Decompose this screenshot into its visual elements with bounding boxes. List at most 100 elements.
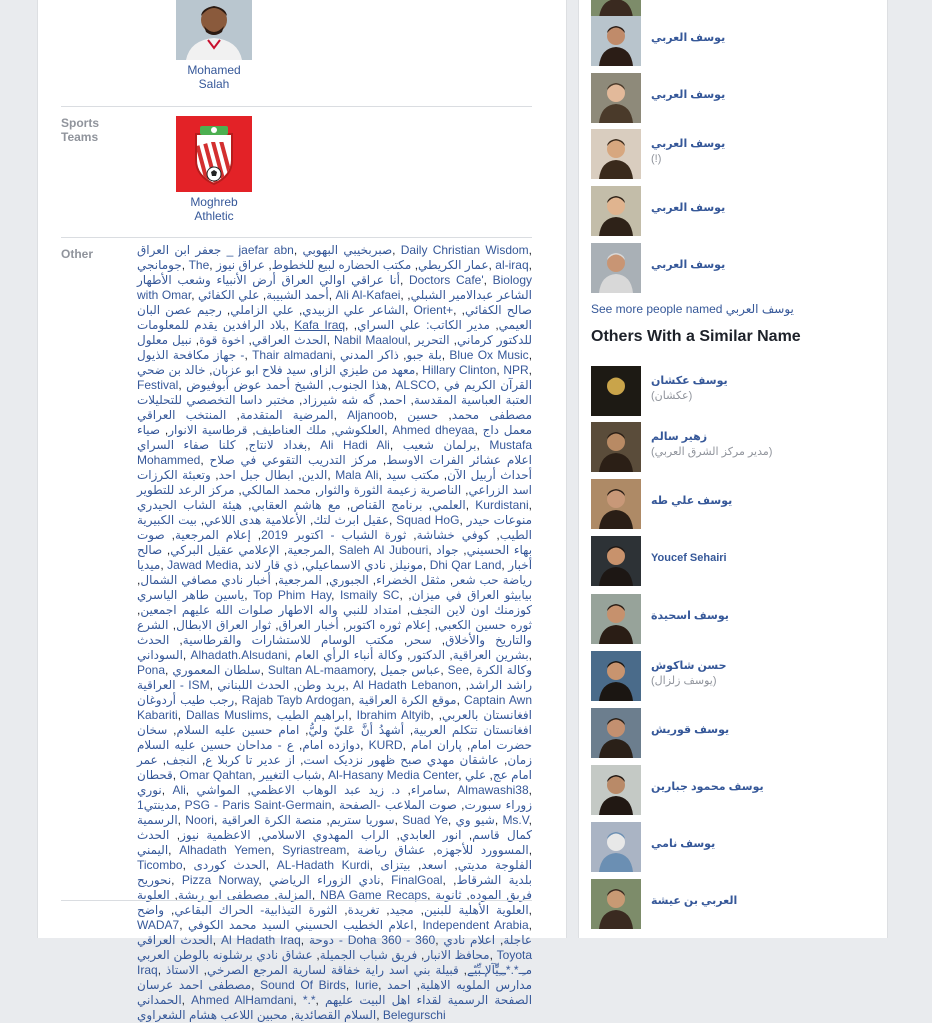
other-page-link[interactable]: المسوورد للأجهزه bbox=[436, 843, 528, 857]
profile-photo[interactable] bbox=[591, 479, 641, 529]
other-page-link[interactable]: Dhi Qar Land bbox=[430, 558, 502, 572]
similar-name-result[interactable]: يوسف نامي bbox=[591, 822, 881, 872]
other-page-link[interactable]: زوراء سبورت bbox=[464, 798, 532, 812]
mohamed-salah-photo[interactable] bbox=[176, 0, 252, 60]
other-page-link[interactable]: WADA7 bbox=[137, 918, 179, 932]
other-page-link[interactable]: الشاعر علي الزبيدي bbox=[302, 303, 405, 317]
similar-name-result[interactable]: العربي بن عيشة bbox=[591, 879, 881, 929]
other-page-link[interactable]: Festival bbox=[137, 378, 178, 392]
other-page-link[interactable]: عشاق نادي برشلونه بالوطن العربي bbox=[137, 948, 313, 962]
other-page-link[interactable]: الشاعر عبدالامير الشبلي bbox=[411, 288, 532, 302]
other-page-link[interactable]: Alhadath Yemen bbox=[179, 843, 271, 857]
other-page-link[interactable]: Thair almadani bbox=[252, 348, 332, 362]
person-name[interactable]: يوسف عكشان bbox=[651, 374, 728, 388]
other-page-link[interactable]: Ticombo bbox=[137, 858, 183, 872]
other-page-link[interactable]: Ahmed AlHamdani bbox=[191, 993, 293, 1007]
other-page-link[interactable]: كوفي خشاشة bbox=[417, 528, 490, 542]
person-name[interactable]: يوسف اسحيدة bbox=[651, 609, 729, 623]
other-page-link[interactable]: فريق شباب الجميلة bbox=[320, 948, 417, 962]
other-page-link[interactable]: محمد المالكي bbox=[242, 483, 311, 497]
person-result[interactable]: يوسف العربي bbox=[591, 243, 881, 293]
other-page-link[interactable]: المرجعية bbox=[278, 573, 322, 587]
other-page-link[interactable]: صبربخيبي البهوبي bbox=[302, 243, 392, 257]
athlete-caption[interactable]: Mohamed Salah bbox=[176, 63, 252, 91]
other-page-link[interactable]: نبيل معلول bbox=[137, 333, 192, 347]
other-page-link[interactable]: العيمي bbox=[499, 318, 532, 332]
other-page-link[interactable]: *.* bbox=[303, 993, 316, 1007]
other-page-link[interactable]: Al Hadath Lebanon bbox=[353, 678, 458, 692]
other-page-link[interactable]: واضح bbox=[137, 903, 164, 917]
profile-photo[interactable] bbox=[591, 16, 641, 66]
other-page-link[interactable]: امتداد للنبي واله الاطهار صلوات الله علي… bbox=[140, 603, 401, 617]
other-page-link[interactable]: مدير الكاتب: علي السراي bbox=[357, 318, 490, 332]
other-page-link[interactable]: al-iraq bbox=[495, 258, 528, 272]
other-page-link[interactable]: Top Phim Hay bbox=[253, 588, 331, 602]
other-page-link[interactable]: هيئة الشاب الحيدري bbox=[137, 498, 242, 512]
other-page-link[interactable]: المواشي bbox=[197, 783, 241, 797]
profile-photo[interactable] bbox=[591, 651, 641, 701]
other-page-link[interactable]: Omar Qahtan bbox=[180, 768, 253, 782]
other-page-link[interactable]: عاجلة bbox=[503, 933, 532, 947]
other-page-link[interactable]: الناصرية زعيمة الثورة والثوار bbox=[318, 483, 461, 497]
other-page-link[interactable]: مكتب الوسام للاستشارات والقرطاسية bbox=[183, 633, 394, 647]
other-page-link[interactable]: الإعلامي عقيل البركي bbox=[170, 543, 279, 557]
other-page-link[interactable]: ALSCO bbox=[395, 378, 436, 392]
profile-photo[interactable] bbox=[591, 765, 641, 815]
other-page-link[interactable]: دوحة - Doha 360 - 360 bbox=[309, 933, 435, 947]
other-page-link[interactable]: سيد فلاح ابو عزبان bbox=[212, 363, 306, 377]
other-page-link[interactable]: برلمان شعيب bbox=[403, 438, 477, 452]
other-page-link[interactable]: Almawashi38 bbox=[457, 783, 528, 797]
other-page-link[interactable]: افغانستان بالعربي bbox=[442, 708, 532, 722]
other-page-link[interactable]: شيو وي bbox=[455, 813, 494, 827]
other-page-link[interactable]: أنا عراقي اوالي العراق أرض الأنبياء وشعب… bbox=[137, 273, 400, 287]
other-page-link[interactable]: Doctors Cafe' bbox=[409, 273, 484, 287]
other-page-link[interactable]: المنتخب العراقي bbox=[137, 408, 226, 422]
other-page-link[interactable]: الحدث كوردى bbox=[193, 858, 265, 872]
other-page-link[interactable]: Ismaily SC bbox=[340, 588, 399, 602]
other-page-link[interactable]: عاشقان مهدي صبح ظهور نزديک است bbox=[303, 753, 499, 767]
other-page-link[interactable]: عمار الكريطي bbox=[418, 258, 488, 272]
other-page-link[interactable]: بلدية الشرقاط bbox=[456, 873, 532, 887]
other-page-link[interactable]: Pona bbox=[137, 663, 165, 677]
other-page-link[interactable]: Ibrahim Altyib bbox=[357, 708, 431, 722]
other-page-link[interactable]: كوزمنك اون لاين النجف bbox=[410, 603, 532, 617]
other-page-link[interactable]: ابطال جبل احد bbox=[219, 468, 294, 482]
profile-photo[interactable] bbox=[591, 822, 641, 872]
other-page-link[interactable]: مدينتي1 bbox=[137, 798, 177, 812]
other-page-link[interactable]: الحدث العراقي bbox=[252, 333, 327, 347]
similar-name-result[interactable]: يوسف محمود جبارين bbox=[591, 765, 881, 815]
person-name[interactable]: يوسف العربي bbox=[651, 137, 725, 151]
profile-photo[interactable] bbox=[591, 708, 641, 758]
other-page-link[interactable]: محبين اللاعب هشام الشعراوي bbox=[137, 1008, 287, 1022]
other-page-link[interactable]: علي الزاملي bbox=[230, 303, 294, 317]
similar-name-result[interactable]: يوسف قوريش bbox=[591, 708, 881, 758]
similar-name-result[interactable]: زهير سالم (مدير مركز الشرق العربي) bbox=[591, 422, 881, 472]
other-page-link[interactable]: Al-Hasany Media Center bbox=[328, 768, 458, 782]
person-name[interactable]: يوسف العربي bbox=[651, 258, 725, 272]
other-page-link[interactable]: The bbox=[189, 258, 210, 272]
other-page-link[interactable]: الحدث العراقي bbox=[137, 933, 213, 947]
person-name[interactable]: يوسف العربي bbox=[651, 88, 725, 102]
other-page-link[interactable]: اسعد bbox=[421, 858, 446, 872]
other-page-link[interactable]: قرطاسية الانوار bbox=[168, 423, 247, 437]
other-page-link[interactable]: ع - مداحان حسين عليه السلام bbox=[137, 738, 294, 752]
other-page-link[interactable]: برنامج القناص bbox=[350, 498, 422, 512]
other-page-link[interactable]: ياسين طاهر الياسري bbox=[137, 588, 244, 602]
other-page-link[interactable]: مجيد bbox=[390, 903, 414, 917]
profile-photo[interactable] bbox=[591, 186, 641, 236]
other-page-link[interactable]: Daily Christian Wisdom bbox=[401, 243, 529, 257]
other-page-link[interactable]: الدكتور bbox=[410, 648, 445, 662]
other-page-link[interactable]: Alhadath.Alsudani bbox=[191, 648, 288, 662]
other-page-link[interactable]: Ali bbox=[172, 783, 185, 797]
other-page-link[interactable]: Jawad Media bbox=[167, 558, 238, 572]
other-page-link[interactable]: أحداث أربيل الآن bbox=[447, 468, 532, 482]
other-page-link[interactable]: از عدير تا کربلا ع bbox=[205, 753, 295, 767]
other-page-link[interactable]: Suad Ye bbox=[402, 813, 448, 827]
other-page-link[interactable]: إعلام ثوره اكتوبر bbox=[346, 618, 430, 632]
other-page-link[interactable]: بيت الكبيرية bbox=[137, 513, 197, 527]
other-page-link[interactable]: Mala Ali bbox=[335, 468, 378, 482]
other-page-link[interactable]: Independent Arabia bbox=[422, 918, 528, 932]
other-page-link[interactable]: جومانجي bbox=[137, 258, 182, 272]
other-page-link[interactable]: PSG - Paris Saint-Germain bbox=[185, 798, 332, 812]
profile-photo[interactable] bbox=[591, 422, 641, 472]
